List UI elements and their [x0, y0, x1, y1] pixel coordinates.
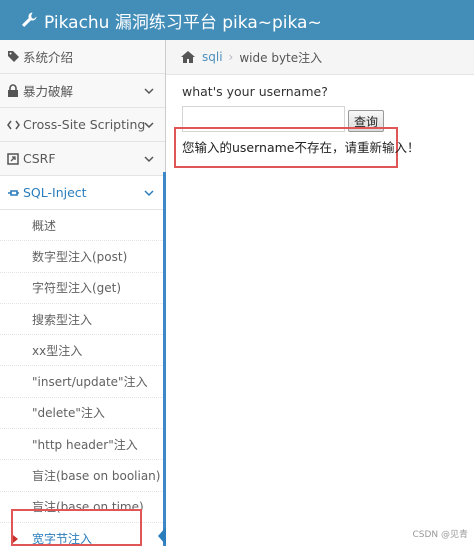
sidebar-item-xss[interactable]: Cross-Site Scripting	[0, 108, 165, 142]
home-icon[interactable]	[180, 50, 196, 64]
main-content: what's your username? 查询	[182, 84, 385, 132]
sidebar-item-label: Cross-Site Scripting	[23, 117, 146, 132]
watermark: CSDN @见青	[412, 530, 468, 540]
submenu-item-blind-boolean[interactable]: 盲注(base on boolian)	[0, 460, 165, 492]
breadcrumb-link-sqli[interactable]: sqli	[202, 50, 223, 64]
sidebar-item-label: CSRF	[23, 151, 56, 166]
sidebar: 系统介绍 暴力破解 Cross-Site Scripting CSRF SQL-…	[0, 40, 166, 546]
active-section-bar	[163, 172, 166, 546]
submenu-item-overview[interactable]: 概述	[0, 210, 165, 242]
sidebar-item-intro[interactable]: 系统介绍	[0, 40, 165, 74]
share-icon	[6, 152, 20, 166]
active-item-arrow-icon	[158, 527, 166, 545]
chevron-right-icon: ›	[228, 50, 234, 64]
submenu-item-http-header[interactable]: "http header"注入	[0, 429, 165, 461]
submenu-item-insert-update[interactable]: "insert/update"注入	[0, 366, 165, 398]
submenu-item-delete[interactable]: "delete"注入	[0, 397, 165, 430]
chevron-down-icon[interactable]	[143, 187, 155, 199]
breadcrumb: sqli › wide byte注入	[166, 40, 474, 75]
sidebar-item-label: SQL-Inject	[23, 185, 87, 200]
submenu-item-string-get[interactable]: 字符型注入(get)	[0, 272, 165, 304]
sidebar-item-label: 暴力破解	[23, 84, 74, 99]
sidebar-item-sql-inject[interactable]: SQL-Inject	[0, 176, 165, 210]
sidebar-item-brute-force[interactable]: 暴力破解	[0, 74, 165, 108]
top-navbar: Pikachu 漏洞练习平台 pika~pika~	[0, 0, 474, 40]
syringe-icon	[6, 186, 20, 200]
wrench-icon	[20, 11, 38, 29]
tag-icon	[6, 50, 20, 64]
sql-inject-submenu: 概述 数字型注入(post) 字符型注入(get) 搜索型注入 xx型注入 "i…	[0, 210, 165, 546]
sidebar-item-csrf[interactable]: CSRF	[0, 142, 165, 176]
chevron-down-icon[interactable]	[143, 85, 155, 97]
submenu-item-search[interactable]: 搜索型注入	[0, 303, 165, 336]
chevron-down-icon[interactable]	[143, 119, 155, 131]
annotation-highlight-box	[11, 509, 142, 546]
app-title[interactable]: Pikachu 漏洞练习平台 pika~pika~	[44, 8, 322, 33]
breadcrumb-current: wide byte注入	[239, 50, 323, 65]
lock-icon	[6, 84, 20, 98]
submenu-item-numeric-post[interactable]: 数字型注入(post)	[0, 241, 165, 273]
code-icon	[6, 118, 20, 132]
chevron-down-icon[interactable]	[143, 153, 155, 165]
sidebar-item-label: 系统介绍	[23, 50, 74, 65]
username-prompt: what's your username?	[182, 84, 328, 99]
submenu-item-xx[interactable]: xx型注入	[0, 335, 165, 367]
result-message: 您输入的username不存在，请重新输入！	[174, 127, 420, 168]
